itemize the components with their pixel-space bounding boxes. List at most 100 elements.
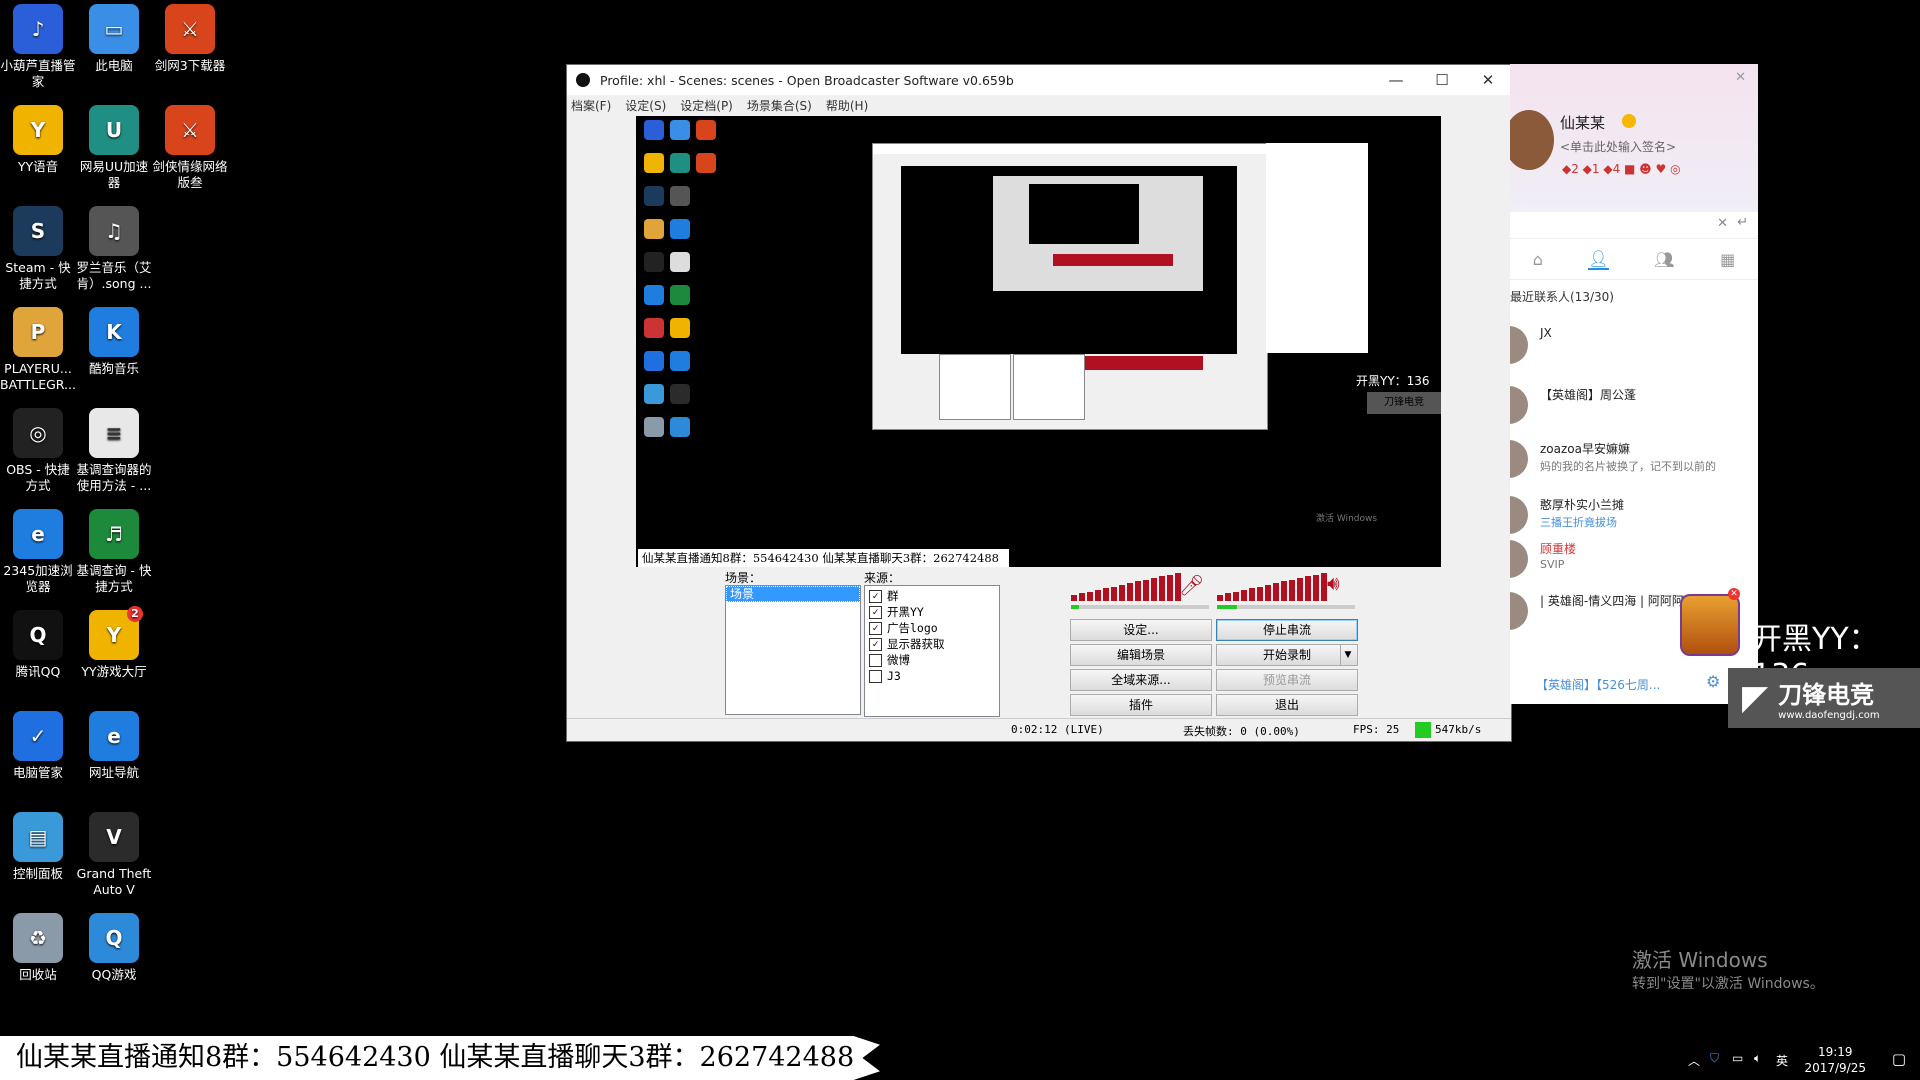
clock[interactable]: 19:19 2017/9/25	[1804, 1044, 1866, 1076]
source-label: 微博	[887, 653, 910, 667]
close-icon[interactable]: ✕	[1465, 71, 1511, 89]
tab-apps-icon[interactable]: ▦	[1720, 250, 1735, 269]
mic-volume-meter[interactable]	[1071, 571, 1181, 601]
network-icon[interactable]: ▭	[1732, 1051, 1743, 1065]
source-checkbox[interactable]	[869, 653, 882, 667]
settings-gear-icon[interactable]: ⚙	[1706, 672, 1720, 691]
preview-icon	[644, 153, 664, 173]
clear-icon[interactable]: ✕	[1717, 216, 1728, 231]
system-tray: ︿ ⛉ ▭ 🔈︎ 英 19:19 2017/9/25 ▢	[1660, 1040, 1920, 1080]
desktop-icon[interactable]: ▤ 控制面板	[0, 812, 76, 882]
source-checkbox[interactable]: ✓	[869, 637, 882, 651]
desktop-volume-meter[interactable]	[1217, 571, 1327, 601]
plugins-button[interactable]: 插件	[1070, 694, 1212, 716]
source-checkbox[interactable]: ✓	[869, 605, 882, 619]
contact-avatar	[1510, 440, 1528, 478]
avatar[interactable]	[1510, 110, 1554, 170]
source-item[interactable]: ✓ 群	[865, 588, 999, 604]
qq-icon: Q	[13, 610, 63, 660]
qq-footer[interactable]: 【英雄阁】【526七周...	[1536, 676, 1660, 693]
desktop-icon[interactable]: Y YY语音	[0, 105, 76, 175]
stop-stream-button[interactable]: 停止串流	[1216, 619, 1358, 641]
gift-close-icon[interactable]: ✕	[1728, 588, 1740, 600]
edit-scene-button[interactable]: 编辑场景	[1070, 644, 1212, 666]
desktop-icon[interactable]: Q QQ游戏	[76, 913, 152, 983]
pc-manager-icon: ✓	[13, 711, 63, 761]
tray-security-icon[interactable]: ⛉	[1710, 1051, 1719, 1066]
tab-groups-icon[interactable]: 👥︎	[1654, 250, 1674, 269]
exit-button[interactable]: 退出	[1216, 694, 1358, 716]
menu-scene-collection[interactable]: 场景集合(S)	[747, 97, 812, 114]
preview-icon	[644, 252, 664, 272]
desktop-icon[interactable]: P PLAYERU... BATTLEGR...	[0, 307, 76, 393]
source-item[interactable]: 微博	[865, 652, 999, 668]
contact-avatar	[1510, 386, 1528, 424]
settings-button[interactable]: 设定...	[1070, 619, 1212, 641]
desktop-icon[interactable]: ✓ 电脑管家	[0, 711, 76, 781]
obs-titlebar[interactable]: Profile: xhl - Scenes: scenes - Open Bro…	[567, 65, 1511, 95]
tab-contacts-icon[interactable]: 👤︎	[1588, 249, 1609, 270]
desktop-icon[interactable]: ♻ 回收站	[0, 913, 76, 983]
meter-bar	[1305, 576, 1311, 601]
desktop-icon-label: 回收站	[19, 967, 57, 982]
desktop-icon[interactable]: ⚔ 剑侠情缘网络版叁	[152, 105, 228, 191]
desktop-icon[interactable]: ▭ 此电脑	[76, 4, 152, 74]
desktop-icon[interactable]: ◎ OBS - 快捷方式	[0, 408, 76, 494]
source-item[interactable]: ✓ 广告logo	[865, 620, 999, 636]
meter-bar	[1135, 581, 1141, 601]
desktop-icon[interactable]: ⚔ 剑网3下载器	[152, 4, 228, 74]
source-item[interactable]: ✓ 开黑YY	[865, 604, 999, 620]
qq-search-bar[interactable]: ✕ ↵	[1510, 212, 1758, 239]
menu-file[interactable]: 档案(F)	[571, 97, 611, 114]
start-record-button[interactable]: 开始录制 ▼	[1216, 644, 1358, 666]
source-checkbox[interactable]	[869, 669, 882, 683]
meter-bar	[1095, 589, 1101, 601]
source-item[interactable]: J3	[865, 668, 999, 684]
contact-message: SVIP	[1540, 558, 1565, 571]
clock-time: 19:19	[1817, 1045, 1853, 1059]
source-item[interactable]: ✓ 显示器获取	[865, 636, 999, 652]
jx3-icon: ⚔	[165, 4, 215, 54]
chevron-down-icon[interactable]: ▼	[1340, 645, 1355, 665]
scene-item[interactable]: 场景	[726, 586, 860, 602]
window-title: Profile: xhl - Scenes: scenes - Open Bro…	[600, 72, 1014, 88]
tab-home-icon[interactable]: ⌂	[1533, 250, 1543, 269]
desktop-icon[interactable]: ♪ 小葫芦直播管家	[0, 4, 76, 90]
sources-list[interactable]: ✓ 群 ✓ 开黑YY ✓ 广告logo ✓ 显示器获取 微博 J3	[864, 585, 1000, 717]
menu-settings[interactable]: 设定(S)	[625, 97, 666, 114]
stream-preview[interactable]: 开黑YY：136 刀锋电竞 仙某某直播通知8群：554642430 仙某某直播聊…	[636, 116, 1441, 567]
qq-close-icon[interactable]: ✕	[1735, 70, 1746, 85]
desktop-icon[interactable]: e 网址导航	[76, 711, 152, 781]
desktop-icon[interactable]: U 网易UU加速器	[76, 105, 152, 191]
qq-signature[interactable]: <单击此处输入签名>	[1560, 138, 1676, 155]
microphone-icon[interactable]: 🎤︎	[1179, 573, 1204, 597]
source-checkbox[interactable]: ✓	[869, 589, 882, 603]
desktop-icon[interactable]: ♬ 基调查询 - 快捷方式	[76, 509, 152, 595]
desktop-icon[interactable]: Q 腾讯QQ	[0, 610, 76, 680]
preview-stream-button[interactable]: 预览串流	[1216, 669, 1358, 691]
maximize-icon[interactable]: ☐	[1419, 71, 1465, 89]
notification-icon[interactable]: ▢	[1892, 1050, 1906, 1068]
ime-indicator[interactable]: 英	[1776, 1052, 1788, 1069]
desktop-icon-label: OBS - 快捷方式	[6, 462, 70, 493]
speaker-icon[interactable]: 🔊︎	[1327, 571, 1340, 595]
menu-help[interactable]: 帮助(H)	[826, 97, 868, 114]
tray-chevron-icon[interactable]: ︿	[1688, 1052, 1700, 1069]
minimize-icon[interactable]: —	[1373, 71, 1419, 89]
menu-profile[interactable]: 设定档(P)	[680, 97, 733, 114]
desktop-icon[interactable]: K 酷狗音乐	[76, 307, 152, 377]
scenes-list[interactable]: 场景	[725, 585, 861, 715]
desktop-icon[interactable]: ≡ 基调查询器的使用方法 - ...	[76, 408, 152, 494]
logo-mark-icon: ◤	[1742, 678, 1769, 718]
gift-chest-icon[interactable]	[1680, 594, 1740, 656]
desktop-icon[interactable]: S Steam - 快捷方式	[0, 206, 76, 292]
volume-icon[interactable]: 🔈︎	[1754, 1051, 1761, 1066]
desktop-icon[interactable]: ♫ 罗兰音乐（艾肯）.song ...	[76, 206, 152, 292]
desktop-icon[interactable]: e 2345加速浏览器	[0, 509, 76, 595]
global-sources-button[interactable]: 全域来源...	[1070, 669, 1212, 691]
desktop-icon[interactable]: Y 2 YY游戏大厅	[76, 606, 152, 680]
desktop-icon[interactable]: V Grand Theft Auto V	[76, 812, 152, 898]
source-checkbox[interactable]: ✓	[869, 621, 882, 635]
preview-icon	[644, 186, 664, 206]
return-icon[interactable]: ↵	[1737, 215, 1748, 230]
